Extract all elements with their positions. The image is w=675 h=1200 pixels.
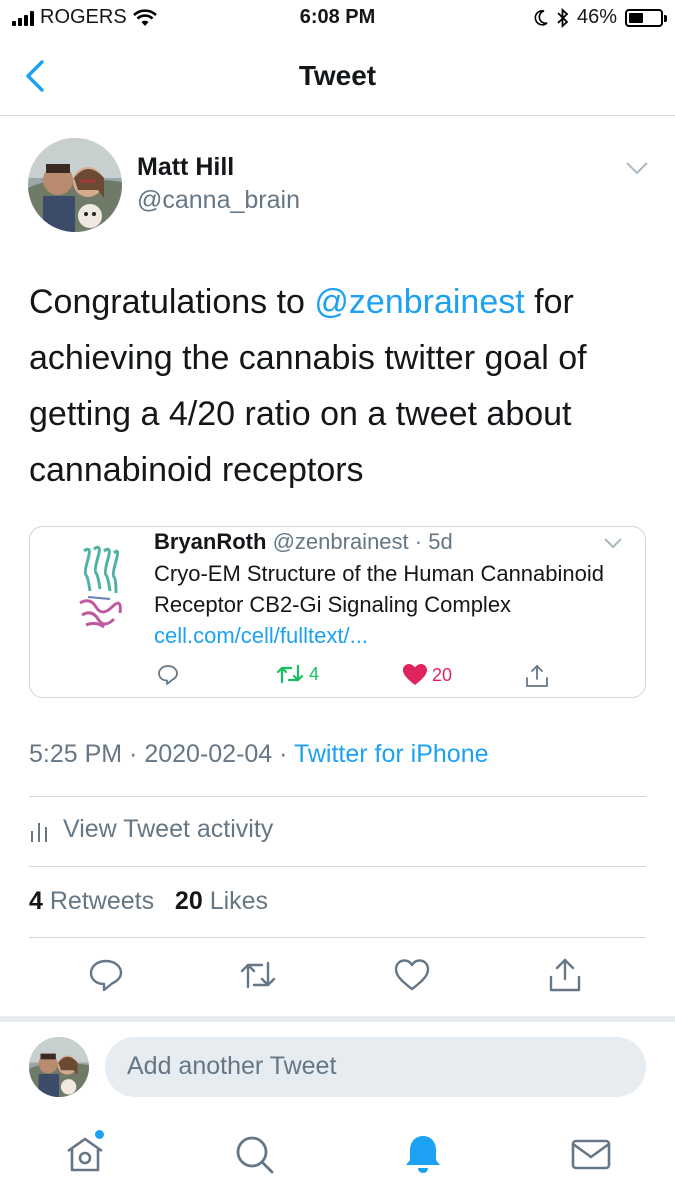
tweet-action-row <box>0 955 675 1001</box>
messages-icon[interactable] <box>569 1132 613 1176</box>
retweet-icon[interactable] <box>238 955 278 995</box>
tab-bar <box>0 1122 675 1200</box>
quoted-tweet-text: Cryo-EM Structure of the Human Cannabino… <box>154 558 624 651</box>
receptor-structure-image <box>79 545 122 629</box>
divider <box>29 866 646 867</box>
view-activity-label: View Tweet activity <box>63 815 274 843</box>
quoted-like-count: 20 <box>432 664 453 685</box>
quoted-like-button[interactable]: 20 <box>402 663 452 687</box>
retweets-link[interactable]: 4 Retweets <box>29 887 154 915</box>
mention-link[interactable]: @zenbrainest <box>314 283 524 321</box>
view-activity-button[interactable]: View Tweet activity <box>29 815 273 844</box>
tweet-date: 2020-02-04 <box>144 740 273 768</box>
author-handle[interactable]: @canna_brain <box>137 186 300 215</box>
likes-link[interactable]: 20 Likes <box>175 887 268 915</box>
author-avatar[interactable] <box>28 138 122 232</box>
chevron-down-icon[interactable] <box>603 537 623 550</box>
heart-filled-icon <box>403 664 427 685</box>
quoted-author-handle[interactable]: @zenbrainest <box>273 529 409 554</box>
quoted-tweet-header: BryanRoth @zenbrainest · 5d <box>154 529 453 555</box>
quoted-author-name[interactable]: BryanRoth <box>154 529 266 554</box>
notifications-icon[interactable] <box>401 1132 445 1176</box>
section-separator <box>0 1016 675 1022</box>
battery-fill <box>629 12 643 23</box>
quoted-share-button[interactable] <box>524 663 550 689</box>
quoted-retweet-count: 4 <box>309 663 320 684</box>
quoted-text: Cryo-EM Structure of the Human Cannabino… <box>154 561 604 617</box>
quoted-separator: · <box>408 529 429 554</box>
page-title: Tweet <box>298 60 377 91</box>
user-avatar[interactable] <box>29 1037 89 1097</box>
battery-percent: 46% <box>576 6 617 28</box>
quoted-retweet-button[interactable]: 4 <box>275 663 319 685</box>
quoted-action-row: 4 20 <box>30 663 645 693</box>
status-bar: ROGERS 6:08 PM 46% <box>0 0 675 38</box>
share-icon[interactable] <box>545 955 585 995</box>
quoted-tweet-card[interactable]: BryanRoth @zenbrainest · 5d Cryo-EM Stru… <box>29 526 646 698</box>
divider <box>29 796 646 797</box>
author-name[interactable]: Matt Hill <box>137 153 234 182</box>
retweet-icon <box>276 664 304 684</box>
retweets-label: Retweets <box>49 887 155 915</box>
quoted-age: 5d <box>428 529 453 554</box>
bluetooth-icon <box>557 7 569 28</box>
quoted-reply-button[interactable] <box>156 663 180 687</box>
do-not-disturb-icon <box>534 9 548 26</box>
tweet-meta: 5:25 PM · 2020-02-04 · Twitter for iPhon… <box>29 740 489 768</box>
nav-bar: Tweet <box>0 38 675 116</box>
likes-label: Likes <box>209 887 269 915</box>
heart-icon[interactable] <box>392 955 432 995</box>
activity-bars-icon <box>31 822 47 842</box>
tweet-text-start: Congratulations to <box>29 283 315 321</box>
chevron-down-icon[interactable] <box>625 160 649 176</box>
likes-count: 20 <box>174 887 203 915</box>
quoted-link[interactable]: cell.com/cell/fulltext/... <box>154 623 368 648</box>
reply-icon[interactable] <box>86 955 126 995</box>
new-content-dot <box>95 1130 104 1139</box>
tweet-time: 5:25 PM <box>29 740 123 768</box>
add-tweet-input[interactable]: Add another Tweet <box>105 1037 646 1097</box>
reply-icon <box>158 665 178 685</box>
status-right: 46% <box>533 6 667 29</box>
engagement-counts: 4 Retweets 20 Likes <box>29 887 268 916</box>
search-icon[interactable] <box>232 1132 276 1176</box>
share-icon <box>526 665 548 687</box>
retweets-count: 4 <box>29 887 43 915</box>
tweet-source[interactable]: Twitter for iPhone <box>294 740 489 768</box>
divider <box>29 937 646 938</box>
battery-icon <box>625 8 667 27</box>
tweet-text: Congratulations to @zenbrainest for achi… <box>29 274 649 498</box>
